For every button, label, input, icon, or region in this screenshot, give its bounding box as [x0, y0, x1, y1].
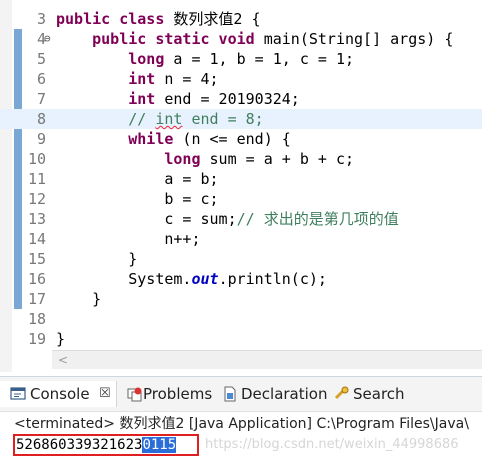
- code-line[interactable]: 18: [0, 309, 482, 329]
- code-line[interactable]: 3 public class 数列求值2 {: [0, 9, 482, 29]
- line-number: 7: [36, 90, 46, 108]
- view-tab-bar: Console ☒ Problems Declaration Search: [0, 377, 482, 412]
- code-line[interactable]: 15 }: [0, 249, 482, 269]
- code-line[interactable]: 17 }: [0, 289, 482, 309]
- line-number: 10: [27, 150, 46, 168]
- line-number: 6: [36, 70, 46, 88]
- code-line[interactable]: 4 ⊖ public static void main(String[] args…: [0, 29, 482, 49]
- fold-toggle-icon[interactable]: ⊖: [44, 29, 51, 49]
- line-number: 3: [36, 10, 46, 28]
- line-number: 5: [36, 50, 46, 68]
- line-number: 11: [27, 170, 46, 188]
- code-text: n++;: [56, 230, 201, 248]
- line-number: 4: [36, 30, 46, 48]
- line-number: 9: [36, 130, 46, 148]
- code-line[interactable]: 13 c = sum;// 求出的是第几项的值: [0, 209, 482, 229]
- line-number: 15: [27, 250, 46, 268]
- console-icon: [10, 387, 26, 400]
- code-line[interactable]: 10 long sum = a + b + c;: [0, 149, 482, 169]
- tab-search-label: Search: [353, 385, 405, 403]
- code-line[interactable]: 7 int end = 20190324;: [0, 89, 482, 109]
- code-line[interactable]: 16 System.out.println(c);: [0, 269, 482, 289]
- search-icon: [334, 386, 349, 400]
- line-number: 17: [27, 290, 46, 308]
- code-text: }: [56, 290, 102, 308]
- console-output[interactable]: 5268603393216230115: [16, 435, 177, 455]
- output-plain-text: 526860339321623: [16, 437, 143, 453]
- line-number: 18: [27, 310, 46, 328]
- code-line[interactable]: 5 long a = 1, b = 1, c = 1;: [0, 49, 482, 69]
- code-line[interactable]: 19}: [0, 329, 482, 349]
- line-number: 8: [36, 110, 46, 128]
- code-text: public class 数列求值2 {: [56, 10, 261, 28]
- code-text: while (n <= end) {: [128, 130, 291, 148]
- code-line[interactable]: 14 n++;: [0, 229, 482, 249]
- code-line[interactable]: 12 b = c;: [0, 189, 482, 209]
- console-status-text: <terminated> 数列求值2 [Java Application] C:…: [14, 416, 469, 432]
- code-text: int end = 20190324;: [128, 90, 300, 108]
- code-text: a = b;: [56, 170, 219, 188]
- code-line[interactable]: 6 int n = 4;: [0, 69, 482, 89]
- tab-declaration[interactable]: Declaration: [220, 381, 332, 407]
- tab-declaration-label: Declaration: [241, 385, 328, 403]
- code-line[interactable]: 8 // int end = 8;: [0, 109, 482, 129]
- code-text: c = sum;// 求出的是第几项的值: [56, 210, 399, 228]
- line-number: 14: [27, 230, 46, 248]
- horizontal-scrollbar[interactable]: <: [52, 350, 482, 369]
- scroll-left-icon[interactable]: <: [58, 353, 68, 367]
- output-selected-text: 0115: [142, 437, 177, 453]
- line-number: 12: [27, 190, 46, 208]
- tab-search[interactable]: Search: [334, 381, 434, 407]
- watermark-text: https://blog.csdn.net/weixin_44998686: [205, 437, 459, 452]
- line-number: 16: [27, 270, 46, 288]
- tab-console-label: Console: [30, 385, 90, 403]
- code-text: b = c;: [56, 190, 219, 208]
- tab-problems-label: Problems: [143, 385, 213, 403]
- tab-problems[interactable]: Problems: [122, 381, 220, 407]
- tab-console[interactable]: Console ☒: [0, 381, 117, 407]
- problems-icon: [127, 387, 142, 402]
- code-text: public static void main(String[] args) {: [92, 30, 454, 48]
- code-text: }: [56, 250, 138, 268]
- code-text: System.out.println(c);: [56, 270, 327, 288]
- code-editor[interactable]: 3 public class 数列求值2 {4 ⊖ public static vo…: [0, 0, 482, 372]
- code-text: }: [56, 330, 66, 348]
- code-line[interactable]: 9 while (n <= end) {: [0, 129, 482, 149]
- code-text: // int end = 8;: [128, 110, 264, 128]
- line-number: 19: [27, 330, 46, 348]
- code-text: long a = 1, b = 1, c = 1;: [128, 50, 355, 68]
- code-text: int n = 4;: [128, 70, 219, 88]
- line-number: 13: [27, 210, 46, 228]
- code-line[interactable]: 11 a = b;: [0, 169, 482, 189]
- code-text: long sum = a + b + c;: [164, 150, 355, 168]
- declaration-icon: [224, 386, 236, 402]
- console-view: Console ☒ Problems Declaration Search <t…: [0, 376, 482, 460]
- close-icon[interactable]: ☒: [99, 381, 111, 407]
